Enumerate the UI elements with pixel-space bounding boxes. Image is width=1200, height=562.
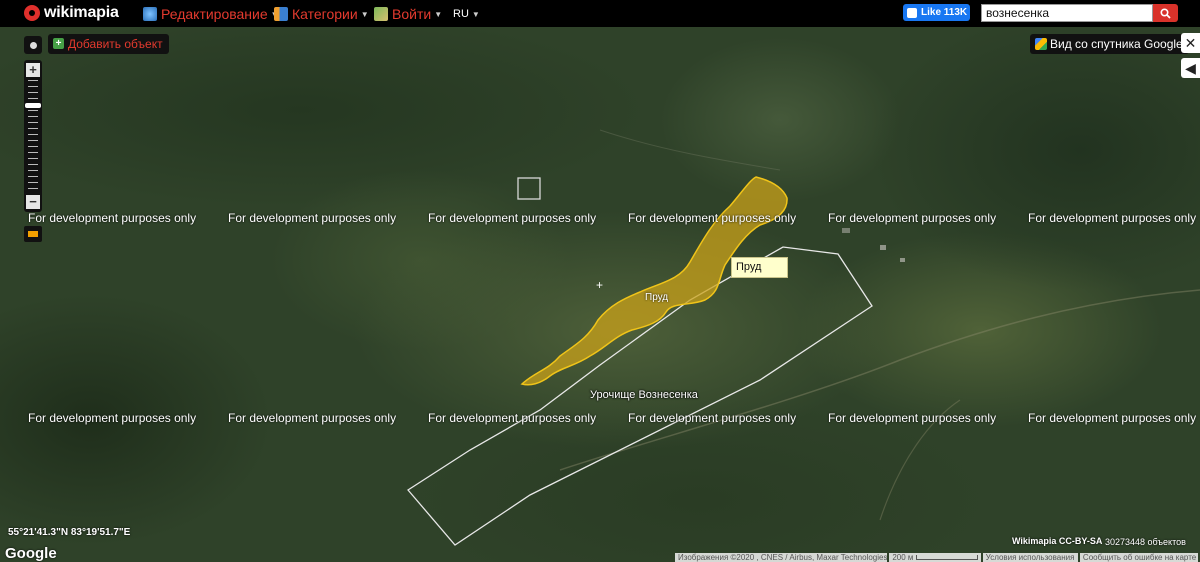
scale-bar[interactable]: 200 м (889, 553, 981, 562)
watermark-text: For development purposes only (1028, 411, 1197, 425)
chevron-left-icon: ◀ (1185, 60, 1196, 76)
zoom-slider-track[interactable] (28, 80, 38, 194)
categories-icon (274, 7, 288, 21)
watermark-text: For development purposes only (428, 411, 597, 425)
search-input[interactable] (981, 4, 1153, 22)
zoom-in-button[interactable]: + (26, 63, 40, 77)
report-error-link[interactable]: Сообщить об ошибке на карте (1079, 553, 1199, 562)
watermark-text: For development purposes only (628, 211, 797, 225)
language-select[interactable]: RU ▼ (453, 8, 480, 20)
close-panel-button[interactable]: ✕ (1181, 33, 1200, 53)
watermark-text: For development purposes only (1028, 211, 1197, 225)
zoom-out-button[interactable]: − (26, 195, 40, 209)
layers-button[interactable] (24, 226, 42, 242)
tract-label[interactable]: Урочище Вознесенка (590, 389, 698, 401)
watermark-text: For development purposes only (828, 211, 997, 225)
facebook-like-button[interactable]: Like 113K (903, 4, 970, 21)
watermark-text: For development purposes only (228, 411, 397, 425)
watermark-text: For development purposes only (428, 211, 597, 225)
search-icon (1160, 7, 1171, 19)
map-footer: Изображения ©2020 , CNES / Airbus, Maxar… (675, 553, 1200, 562)
search-button[interactable] (1153, 4, 1178, 22)
login-map-icon (374, 7, 388, 21)
pond-polygon[interactable] (520, 176, 788, 386)
cursor-coordinates: 55°21'41.3"N 83°19'51.7"E (8, 527, 131, 538)
wikimapia-logo[interactable]: wikimapia (24, 4, 119, 22)
zoom-control: + − (24, 60, 42, 212)
object-count: 30273448 объектов (1105, 537, 1186, 547)
locate-button[interactable] (24, 36, 42, 54)
top-bar: wikimapia Редактирование ▼ Категории ▼ В… (0, 0, 1200, 27)
building (842, 228, 850, 233)
close-icon: ✕ (1184, 35, 1197, 51)
scale-bar-line (916, 555, 979, 561)
pond-label[interactable]: Пруд (645, 292, 668, 303)
menu-login[interactable]: Войти ▼ (374, 6, 442, 22)
chevron-down-icon: ▼ (434, 9, 443, 19)
edit-globe-icon (143, 7, 157, 21)
watermark-text: For development purposes only (628, 411, 797, 425)
add-object-button[interactable]: + Добавить объект (48, 34, 169, 54)
building (880, 245, 886, 250)
terms-link[interactable]: Условия использования (982, 553, 1078, 562)
watermark-text: For development purposes only (28, 411, 197, 425)
layers-icon (28, 231, 38, 237)
small-object-outline[interactable] (517, 177, 541, 200)
satellite-map[interactable]: For development purposes only For develo… (0, 0, 1200, 562)
imagery-attribution: Изображения ©2020 , CNES / Airbus, Maxar… (675, 553, 888, 562)
watermark-text: For development purposes only (28, 211, 197, 225)
watermark-text: For development purposes only (228, 211, 397, 225)
add-icon: + (53, 38, 64, 49)
license-text[interactable]: Wikimapia CC-BY-SA (1012, 536, 1102, 546)
locate-icon (29, 41, 37, 49)
watermark-text: For development purposes only (828, 411, 997, 425)
menu-edit[interactable]: Редактирование ▼ (143, 6, 279, 22)
expand-panel-button[interactable]: ◀ (1181, 58, 1200, 78)
satellite-view-button[interactable]: Вид со спутника Google (1030, 34, 1189, 54)
chevron-down-icon: ▼ (360, 9, 369, 19)
google-maps-icon (1035, 38, 1047, 50)
wikimapia-logo-icon (24, 5, 40, 21)
object-tooltip: Пруд (731, 257, 788, 278)
menu-categories[interactable]: Категории ▼ (274, 6, 369, 22)
crosshair-icon: + (596, 278, 604, 292)
chevron-down-icon: ▼ (471, 10, 480, 19)
road-track (599, 129, 781, 171)
zoom-slider-handle[interactable] (25, 103, 41, 108)
building (900, 258, 905, 262)
google-logo: Google (5, 545, 57, 562)
thumbs-up-icon (907, 7, 917, 18)
